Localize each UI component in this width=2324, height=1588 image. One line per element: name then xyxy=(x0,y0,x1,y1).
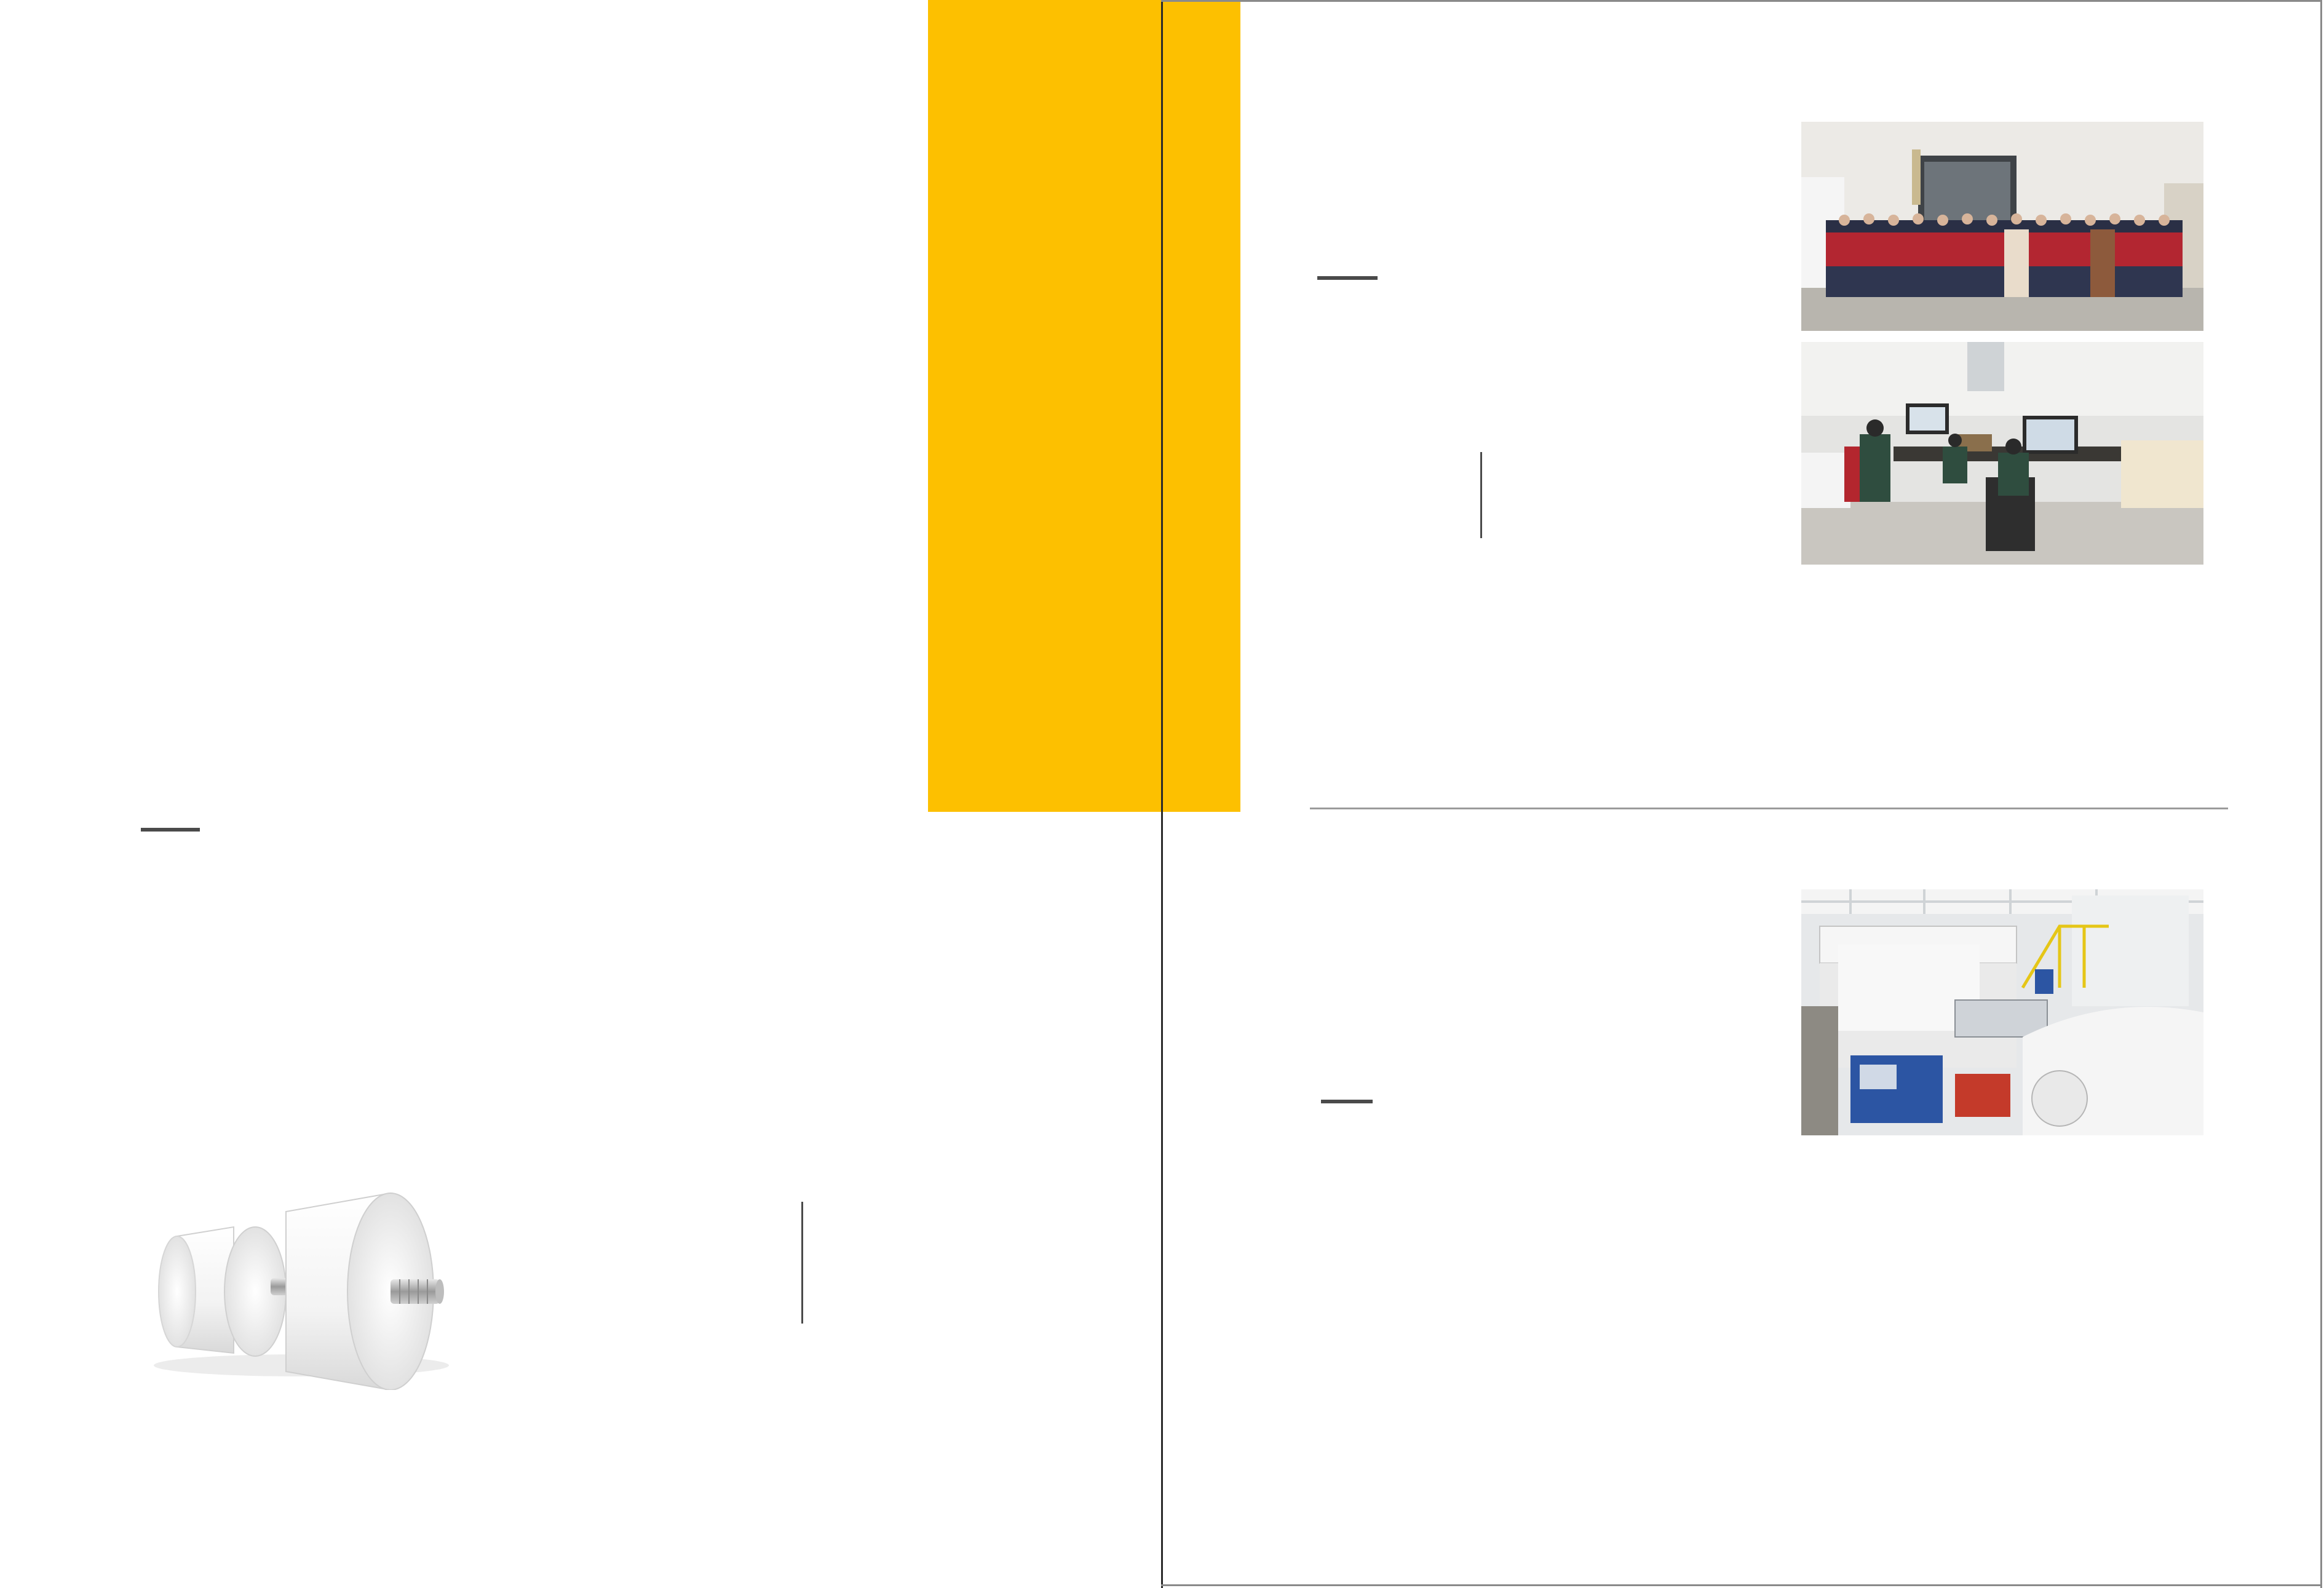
paper-rolls-illustration xyxy=(154,1192,449,1391)
office-photo xyxy=(1801,342,2203,565)
office-photo-illustration xyxy=(1801,342,2203,565)
paper-rolls-image xyxy=(148,1169,467,1391)
right-top-vertical-rule xyxy=(1480,452,1482,538)
right-top-dash-rule xyxy=(1317,276,1378,280)
team-photo xyxy=(1801,122,2203,331)
team-photo-illustration xyxy=(1801,122,2203,331)
right-page-frame-right xyxy=(2320,0,2322,1588)
right-page-frame-bottom xyxy=(1161,1584,2322,1586)
left-page-vertical-rule xyxy=(801,1202,803,1324)
right-bottom-dash-rule xyxy=(1321,1100,1373,1103)
left-page-dash-rule xyxy=(141,828,200,832)
page-fold-line xyxy=(1161,0,1163,1588)
right-page-frame-top xyxy=(1161,0,2322,2)
machine-photo xyxy=(1801,889,2203,1135)
right-page-section-divider xyxy=(1310,808,2228,809)
yellow-accent-band xyxy=(928,0,1240,812)
machine-photo-illustration xyxy=(1801,889,2203,1135)
